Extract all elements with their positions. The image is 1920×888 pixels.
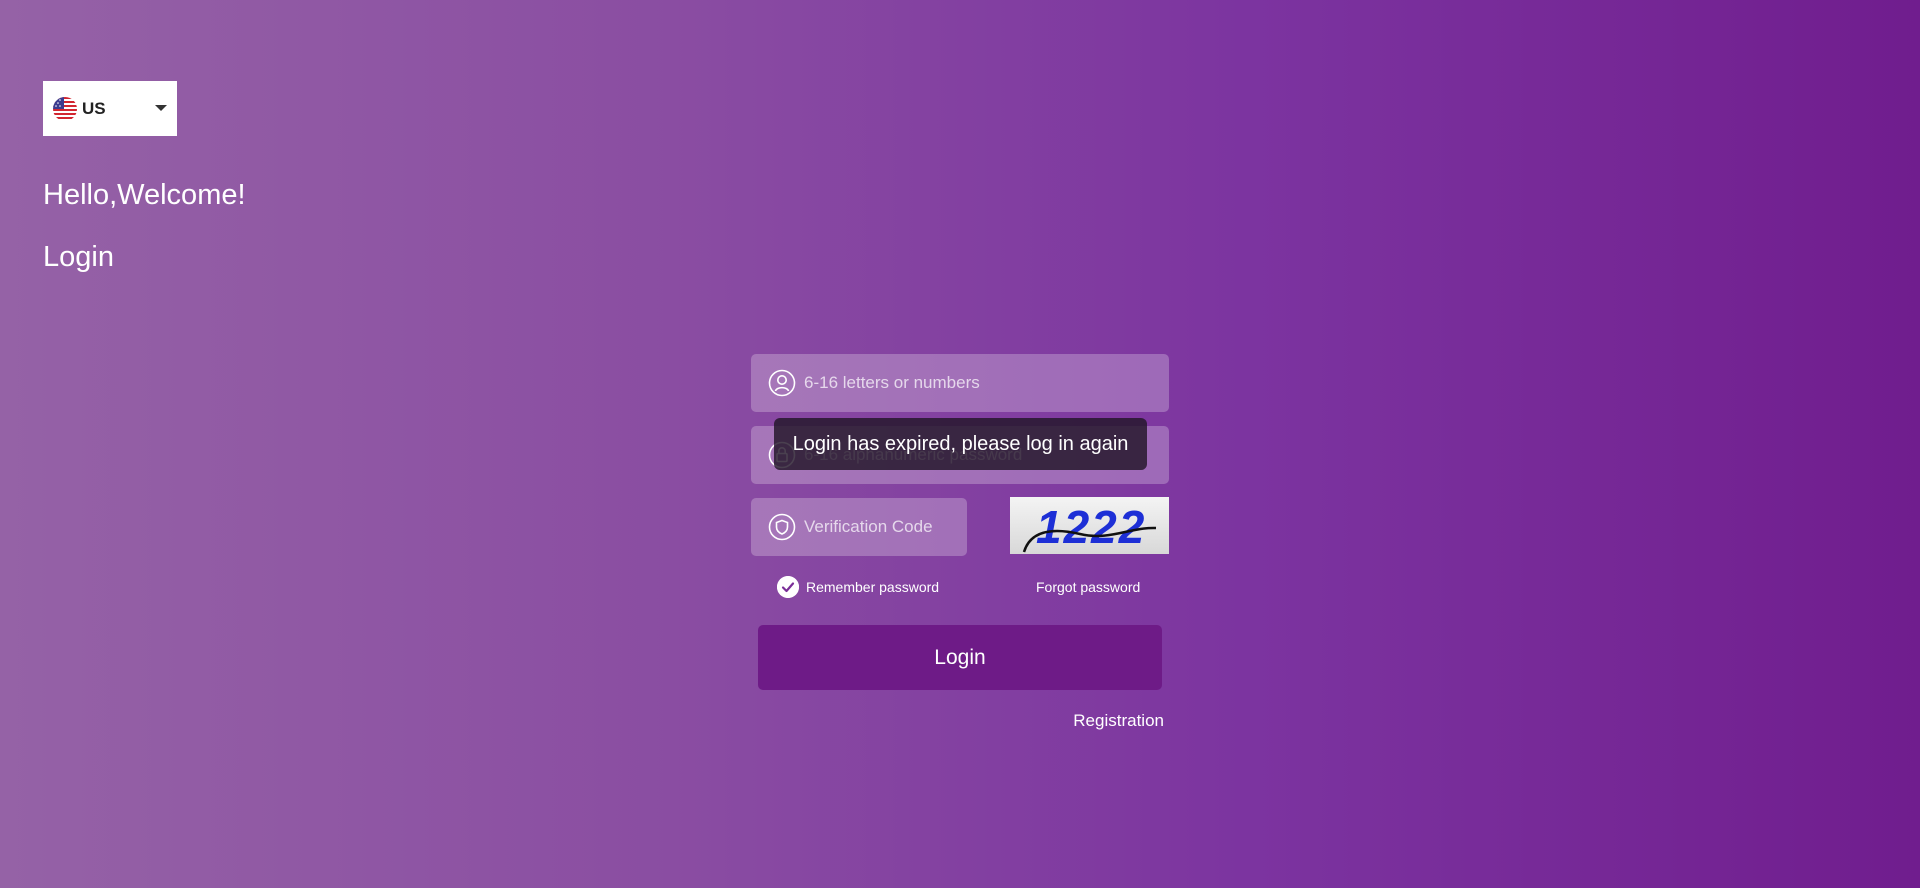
language-label: US — [82, 98, 106, 118]
verification-code-input[interactable] — [804, 517, 967, 537]
toast-message: Login has expired, please log in again — [774, 418, 1147, 470]
welcome-greeting: Hello,Welcome! — [43, 179, 246, 211]
registration-link[interactable]: Registration — [1073, 711, 1164, 731]
verification-code-field[interactable] — [751, 498, 967, 556]
caret-down-icon — [155, 105, 167, 111]
remember-password-label: Remember password — [806, 579, 940, 595]
username-input[interactable] — [804, 373, 1169, 393]
shield-icon — [768, 513, 796, 541]
checkmark-icon — [777, 576, 799, 598]
login-button[interactable]: Login — [758, 625, 1162, 690]
forgot-password-link[interactable]: Forgot password — [1036, 579, 1140, 595]
us-flag-icon — [53, 96, 77, 121]
user-icon — [768, 369, 796, 397]
language-selector[interactable]: US — [43, 81, 177, 136]
captcha-text: 1222 — [1036, 501, 1146, 553]
page-title: Login — [43, 241, 114, 273]
captcha-image[interactable]: 1222 — [1010, 497, 1169, 554]
username-field[interactable] — [751, 354, 1169, 412]
remember-password-checkbox[interactable]: Remember password — [777, 576, 939, 598]
